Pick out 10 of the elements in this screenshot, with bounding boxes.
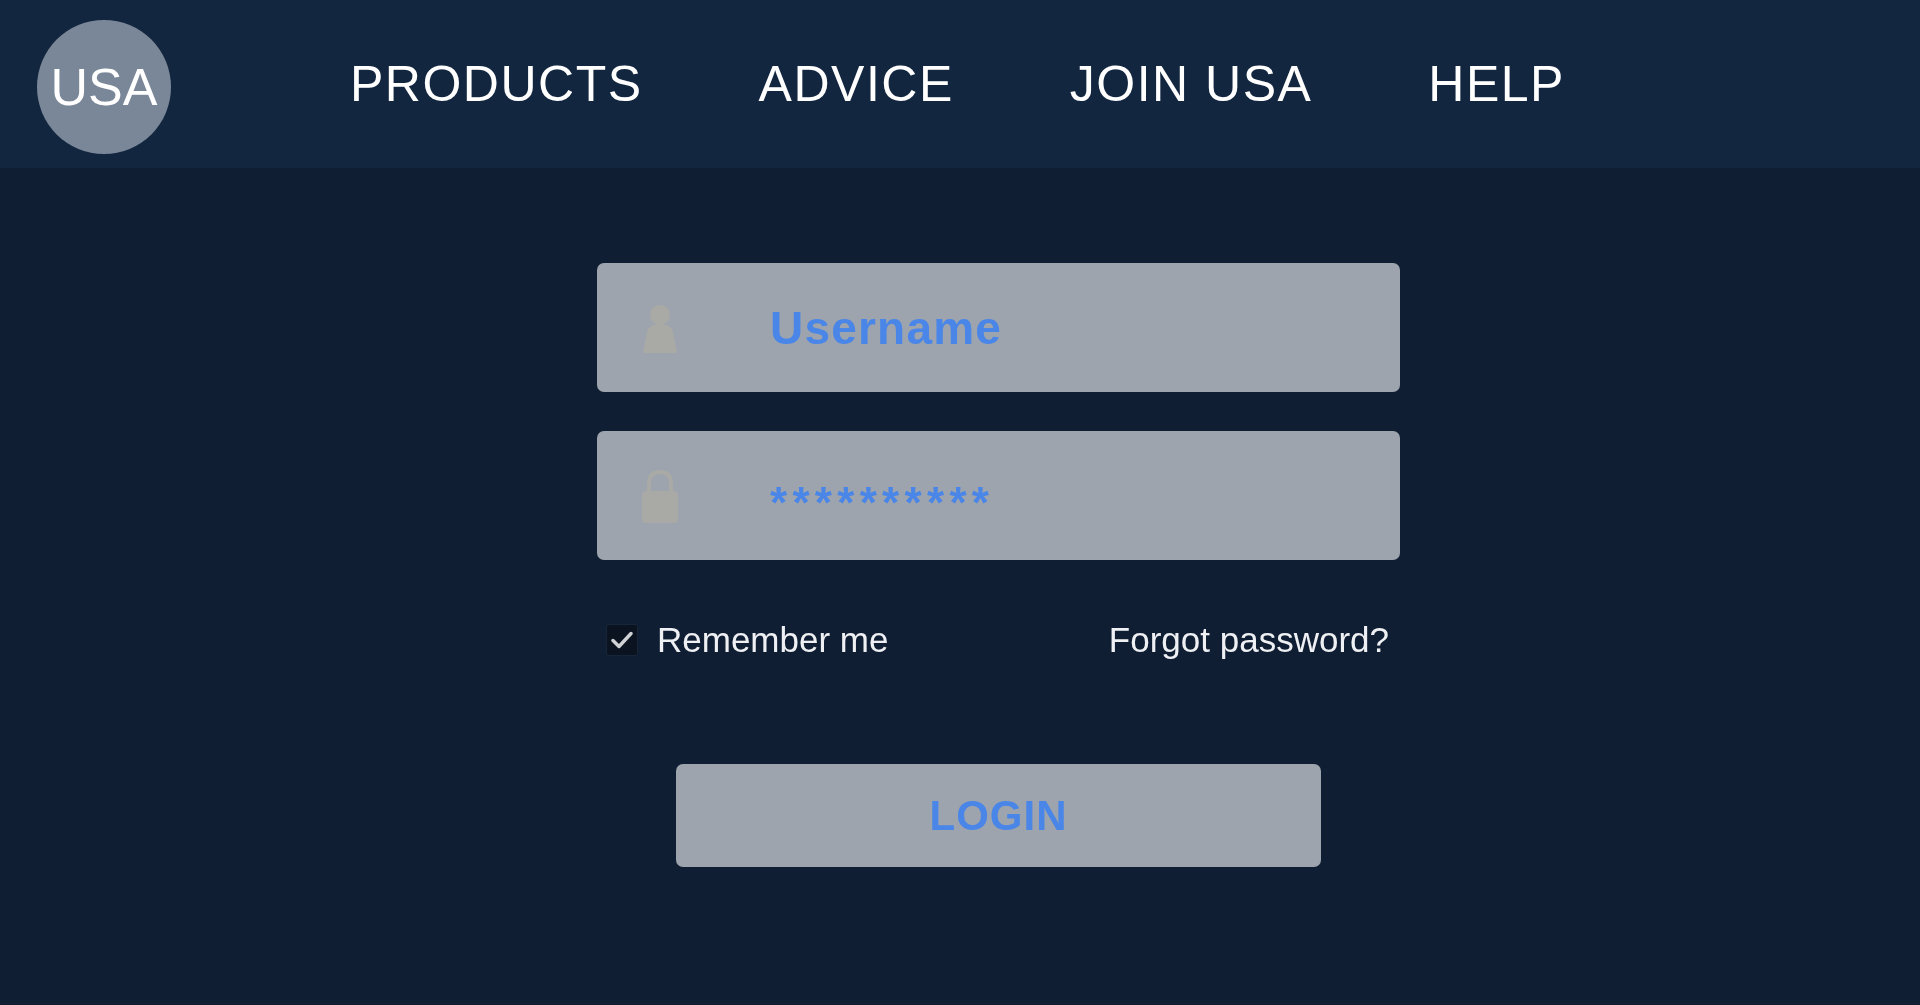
nav-link[interactable]: HELP: [1428, 56, 1565, 112]
nav-link[interactable]: PRODUCTS: [350, 56, 643, 112]
nav-link[interactable]: ADVICE: [758, 56, 954, 112]
remember-label: Remember me: [657, 620, 889, 660]
remember-checkbox[interactable]: [606, 624, 638, 656]
forgot-password-link[interactable]: Forgot password?: [1108, 620, 1389, 660]
nav-link[interactable]: JOIN USA: [1069, 56, 1313, 112]
check-icon: [611, 631, 633, 649]
username-field[interactable]: Username: [597, 263, 1400, 392]
logo: USA: [37, 20, 171, 154]
